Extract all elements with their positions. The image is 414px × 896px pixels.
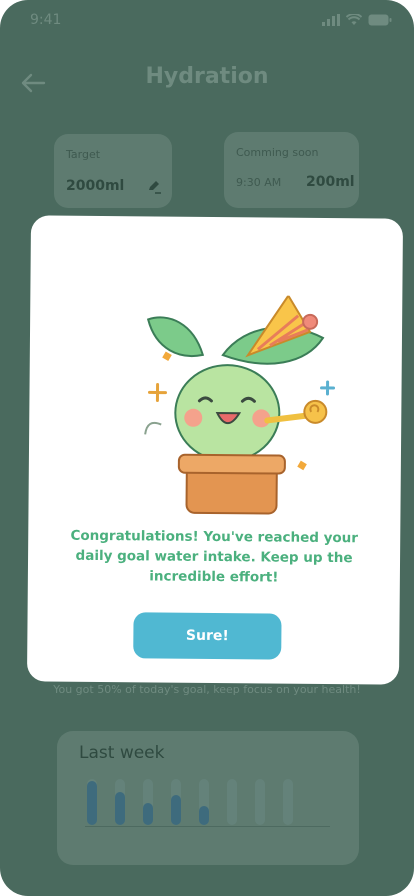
last-week-bars bbox=[87, 775, 327, 825]
battery-icon bbox=[368, 14, 392, 26]
party-plant-icon bbox=[144, 294, 336, 515]
bar-fill bbox=[171, 795, 181, 825]
status-icons bbox=[322, 14, 392, 26]
bar-fill bbox=[87, 781, 97, 825]
last-week-title: Last week bbox=[79, 743, 165, 763]
coming-soon-label: Comming soon bbox=[236, 146, 319, 159]
bar-fill bbox=[115, 792, 125, 825]
target-label: Target bbox=[66, 148, 101, 161]
bar-track bbox=[227, 779, 237, 825]
bar-fill bbox=[199, 806, 209, 825]
wifi-icon bbox=[346, 14, 362, 25]
target-value: 2000ml bbox=[66, 178, 125, 194]
bar-fill bbox=[143, 803, 153, 825]
sure-button[interactable]: Sure! bbox=[133, 612, 282, 660]
app-screen: 9:41 Hydration Target 2000ml Comming soo… bbox=[0, 0, 414, 896]
chart-axis bbox=[85, 826, 330, 827]
coming-soon-value: 200ml bbox=[306, 174, 355, 190]
bar-track bbox=[283, 779, 293, 825]
last-week-card: Last week bbox=[57, 731, 359, 865]
coming-soon-card: Comming soon 9:30 AM 200ml bbox=[224, 132, 359, 208]
coming-soon-time: 9:30 AM bbox=[236, 176, 282, 189]
progress-text: You got 50% of today's goal, keep focus … bbox=[53, 683, 361, 696]
page-title: Hydration bbox=[145, 64, 269, 89]
target-card[interactable]: Target 2000ml bbox=[54, 134, 172, 208]
signal-icon bbox=[322, 14, 340, 26]
bar-track bbox=[255, 779, 265, 825]
edit-pencil-icon[interactable] bbox=[146, 178, 162, 194]
congratulations-modal: Congratulations! You've reached your dai… bbox=[26, 215, 404, 685]
congratulations-message: Congratulations! You've reached your dai… bbox=[70, 527, 359, 586]
status-time: 9:41 bbox=[30, 12, 62, 28]
status-bar: 9:41 bbox=[30, 10, 392, 30]
